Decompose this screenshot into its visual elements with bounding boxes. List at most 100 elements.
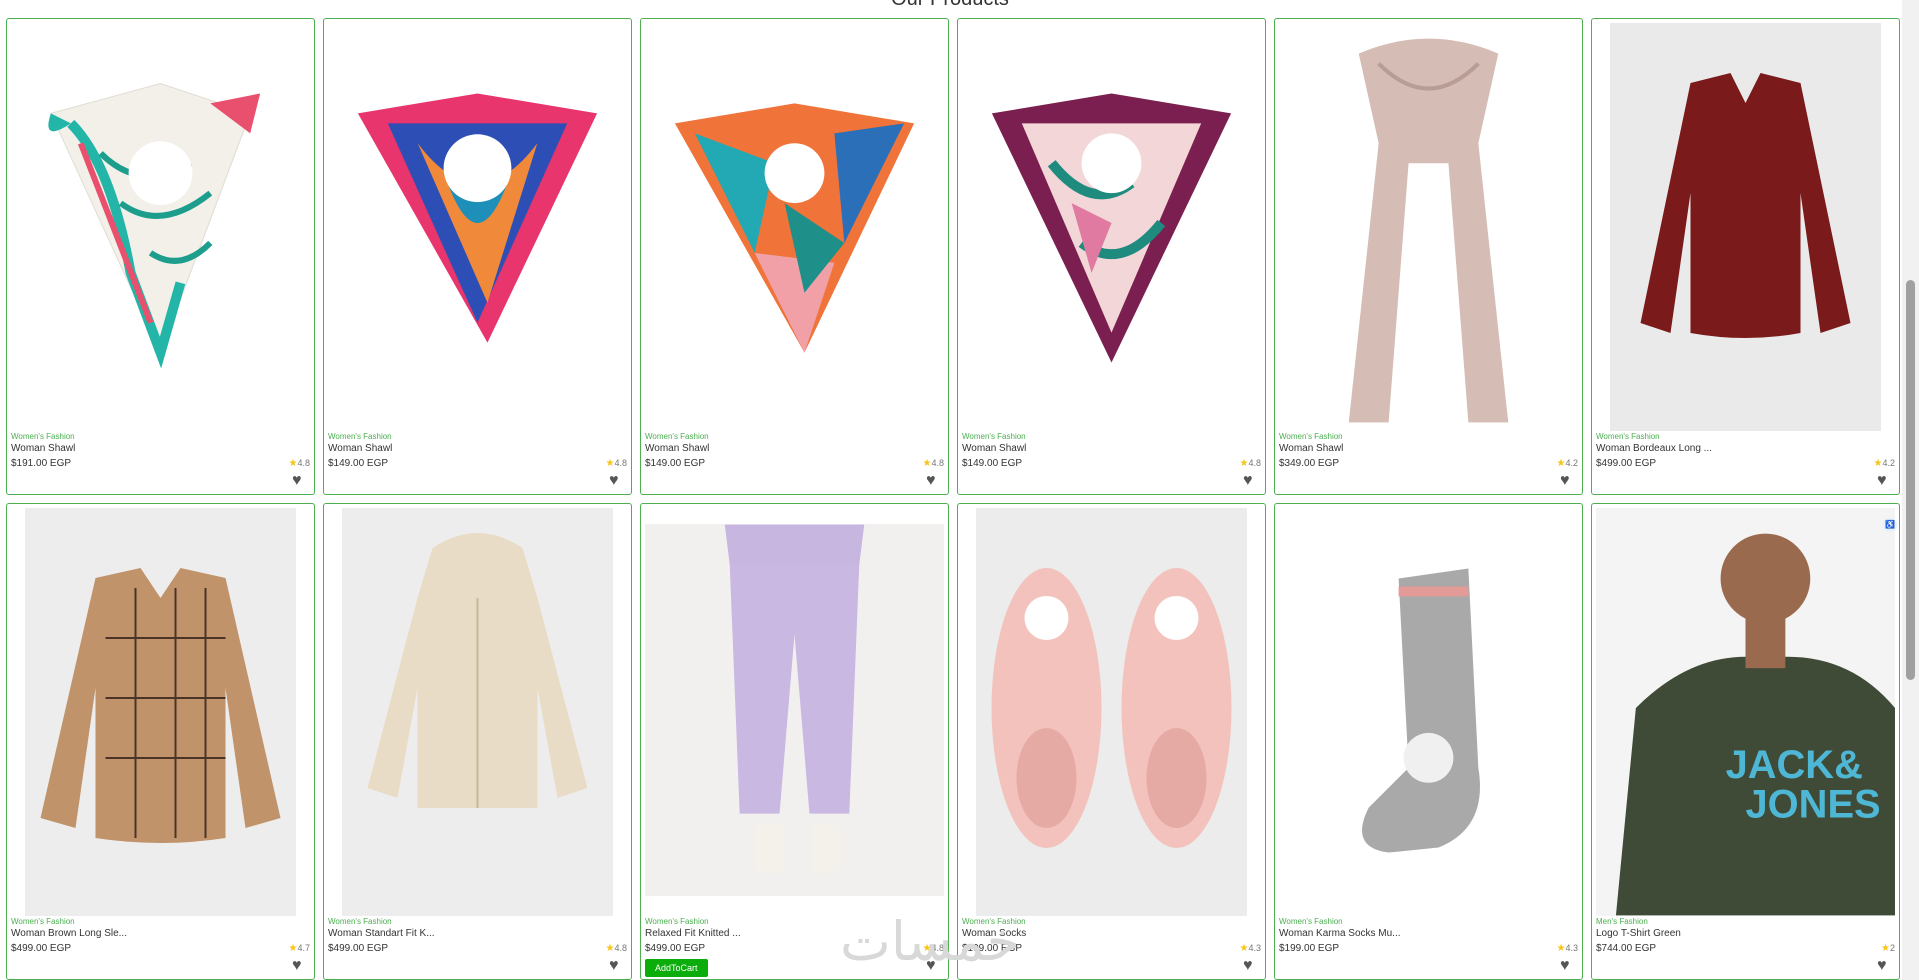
heart-icon[interactable]: ♥	[1560, 958, 1576, 974]
heart-icon[interactable]: ♥	[292, 473, 308, 489]
product-title[interactable]: Logo T-Shirt Green	[1596, 928, 1681, 939]
product-category: Women's Fashion	[1279, 917, 1343, 926]
product-image[interactable]	[1610, 23, 1881, 431]
product-rating: ★4.7	[288, 943, 310, 954]
product-price: $499.00 EGP	[645, 943, 706, 954]
heart-icon[interactable]: ♥	[1877, 958, 1893, 974]
product-price: $149.00 EGP	[962, 458, 1023, 469]
product-title[interactable]: Woman Standart Fit K...	[328, 928, 435, 939]
heart-icon[interactable]: ♥	[1560, 473, 1576, 489]
product-category: Women's Fashion	[328, 917, 392, 926]
sweatpants-image	[724, 524, 865, 874]
shirt-image	[40, 568, 281, 843]
product-image[interactable]	[645, 23, 944, 431]
product-image[interactable]	[1279, 508, 1578, 916]
hoodie-image	[367, 533, 588, 808]
product-card[interactable]: JACK& JONES Men's Fashion Logo T-Shirt G…	[1591, 503, 1900, 980]
product-category: Women's Fashion	[1279, 432, 1343, 441]
scroll-thumb[interactable]	[1906, 280, 1915, 680]
product-price: $149.00 EGP	[328, 458, 389, 469]
product-rating: ★4.8	[922, 458, 944, 469]
product-card[interactable]: Women's Fashion Woman Shawl $349.00 EGP …	[1274, 18, 1583, 495]
page-title: Our Products	[0, 0, 1900, 11]
product-image[interactable]	[25, 508, 296, 916]
product-title[interactable]: Woman Shawl	[11, 443, 75, 454]
add-to-cart-button[interactable]: AddToCart	[645, 959, 708, 977]
product-image[interactable]	[342, 508, 613, 916]
jack-jones-logo: JACK&	[1726, 743, 1863, 787]
product-title[interactable]: Woman Brown Long Sle...	[11, 928, 127, 939]
product-price: $199.00 EGP	[1279, 943, 1340, 954]
product-price: $499.00 EGP	[328, 943, 389, 954]
star-icon: ★	[1881, 943, 1890, 954]
product-card[interactable]: Women's Fashion Woman Socks $199.00 EGP …	[957, 503, 1266, 980]
socks-image	[991, 568, 1232, 848]
product-price: $499.00 EGP	[11, 943, 72, 954]
heart-icon[interactable]: ♥	[609, 958, 625, 974]
product-category: Women's Fashion	[328, 432, 392, 441]
product-card[interactable]: Women's Fashion Woman Shawl $149.00 EGP …	[640, 18, 949, 495]
product-category: Women's Fashion	[1596, 432, 1660, 441]
product-price: $149.00 EGP	[645, 458, 706, 469]
product-category: Women's Fashion	[11, 432, 75, 441]
product-card[interactable]: Women's Fashion Woman Shawl $149.00 EGP …	[323, 18, 632, 495]
product-image[interactable]	[645, 524, 944, 896]
heart-icon[interactable]: ♥	[926, 473, 942, 489]
scrollbar[interactable]	[1902, 0, 1919, 980]
product-image[interactable]: JACK& JONES	[1596, 508, 1895, 916]
product-rating: ★2	[1881, 943, 1895, 954]
product-title[interactable]: Woman Shawl	[962, 443, 1026, 454]
scarf-image	[1348, 38, 1509, 423]
product-category: Men's Fashion	[1596, 917, 1648, 926]
product-image[interactable]	[328, 23, 627, 431]
product-title[interactable]: Relaxed Fit Knitted ...	[645, 928, 741, 939]
product-rating: ★4.2	[1873, 458, 1895, 469]
tshirt-image: JACK& JONES	[1615, 533, 1895, 916]
product-card[interactable]: Women's Fashion Woman Brown Long Sle... …	[6, 503, 315, 980]
heart-icon[interactable]: ♥	[1243, 958, 1259, 974]
product-image[interactable]	[1279, 23, 1578, 431]
product-price: $499.00 EGP	[1596, 458, 1657, 469]
product-card[interactable]: Women's Fashion Woman Shawl $149.00 EGP …	[957, 18, 1266, 495]
scarf-image	[357, 93, 598, 343]
product-rating: ★4.3	[1556, 943, 1578, 954]
product-price: $349.00 EGP	[1279, 458, 1340, 469]
product-rating: ★4.8	[288, 458, 310, 469]
product-title[interactable]: Woman Karma Socks Mu...	[1279, 928, 1401, 939]
watermark: خمسات	[840, 912, 1021, 972]
product-rating: ★4.3	[1239, 943, 1261, 954]
jones-logo: JONES	[1746, 783, 1881, 827]
product-price: $191.00 EGP	[11, 458, 72, 469]
product-card[interactable]: Women's Fashion Woman Bordeaux Long ... …	[1591, 18, 1900, 495]
product-category: Women's Fashion	[645, 432, 709, 441]
heart-icon[interactable]: ♥	[292, 958, 308, 974]
product-title[interactable]: Woman Shawl	[645, 443, 709, 454]
shirt-image	[1640, 73, 1851, 338]
product-rating: ★4.8	[605, 943, 627, 954]
product-title[interactable]: Woman Shawl	[328, 443, 392, 454]
product-title[interactable]: Woman Shawl	[1279, 443, 1343, 454]
product-card[interactable]: Women's Fashion Woman Standart Fit K... …	[323, 503, 632, 980]
heart-icon[interactable]: ♥	[609, 473, 625, 489]
product-category: Women's Fashion	[645, 917, 709, 926]
heart-icon[interactable]: ♥	[1877, 473, 1893, 489]
product-card[interactable]: Women's Fashion Woman Karma Socks Mu... …	[1274, 503, 1583, 980]
scarf-image	[674, 103, 915, 353]
product-category: Women's Fashion	[962, 432, 1026, 441]
product-rating: ★4.8	[1239, 458, 1261, 469]
scarf-image	[991, 93, 1232, 363]
product-rating: ★4.2	[1556, 458, 1578, 469]
product-image[interactable]	[976, 508, 1247, 916]
floating-widget-icon[interactable]: ♿	[1883, 518, 1897, 532]
product-category: Women's Fashion	[11, 917, 75, 926]
product-grid: Women's Fashion Woman Shawl $191.00 EGP …	[6, 18, 1900, 980]
product-title[interactable]: Woman Bordeaux Long ...	[1596, 443, 1712, 454]
product-image[interactable]	[11, 23, 310, 431]
product-rating: ★4.8	[605, 458, 627, 469]
product-card[interactable]: Women's Fashion Relaxed Fit Knitted ... …	[640, 503, 949, 980]
product-image[interactable]	[962, 23, 1261, 431]
sock-image	[1362, 568, 1480, 853]
scarf-image	[48, 82, 261, 369]
product-card[interactable]: Women's Fashion Woman Shawl $191.00 EGP …	[6, 18, 315, 495]
heart-icon[interactable]: ♥	[1243, 473, 1259, 489]
